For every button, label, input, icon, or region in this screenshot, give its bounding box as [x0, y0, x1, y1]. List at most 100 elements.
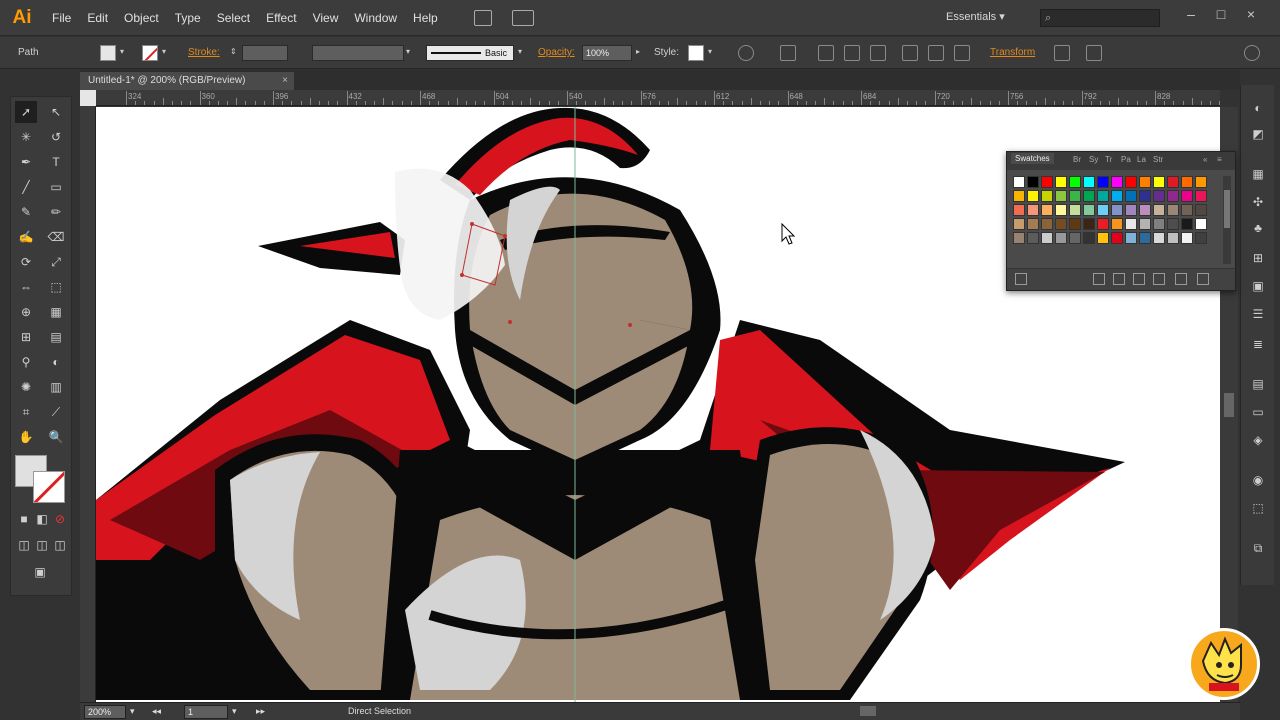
collapse-panel-icon[interactable]: «	[1203, 155, 1207, 164]
swatch-cell[interactable]	[1153, 204, 1165, 216]
swatch-cell[interactable]	[1055, 176, 1067, 188]
align-left-icon[interactable]	[818, 45, 834, 61]
magic-wand-tool-icon[interactable]: ✳	[15, 126, 37, 148]
scale-tool-icon[interactable]: ⤢	[45, 251, 67, 273]
brushes-panel-icon[interactable]: ✣	[1249, 193, 1267, 211]
swatch-cell[interactable]	[1055, 232, 1067, 244]
menu-help[interactable]: Help	[405, 11, 446, 25]
swatch-cell[interactable]	[1195, 232, 1207, 244]
opacity-field[interactable]: 100%	[582, 45, 632, 61]
stroke-color-box[interactable]	[33, 471, 65, 503]
swatch-cell[interactable]	[1083, 176, 1095, 188]
swatch-cell[interactable]	[1013, 218, 1025, 230]
panel-options-icon[interactable]	[1086, 45, 1102, 61]
ruler-origin[interactable]	[80, 90, 96, 106]
color-panel-icon[interactable]: ◐	[1249, 99, 1267, 117]
swatch-cell[interactable]	[1055, 218, 1067, 230]
color-mode-icon[interactable]: ■	[15, 511, 33, 527]
recolor-artwork-icon[interactable]	[738, 45, 754, 61]
swatch-cell[interactable]	[1195, 190, 1207, 202]
menu-edit[interactable]: Edit	[79, 11, 116, 25]
transform-panel-icon[interactable]: ⬚	[1249, 499, 1267, 517]
swatch-cell[interactable]	[1111, 232, 1123, 244]
style-dropdown-icon[interactable]: ▾	[708, 47, 716, 59]
swatch-cell[interactable]	[1083, 232, 1095, 244]
hand-tool-icon[interactable]: ✋	[15, 426, 37, 448]
close-icon[interactable]: ×	[1242, 6, 1260, 22]
artboards-panel-icon[interactable]: ≣	[1249, 335, 1267, 353]
gradient-panel-icon[interactable]: ▭	[1249, 403, 1267, 421]
menu-type[interactable]: Type	[167, 11, 209, 25]
anchor-point[interactable]	[508, 320, 512, 324]
swatch-cell[interactable]	[1167, 176, 1179, 188]
swatch-options-icon[interactable]	[1113, 273, 1125, 285]
swatch-cell[interactable]	[1041, 176, 1053, 188]
anchor-point[interactable]	[503, 234, 507, 238]
swatch-cell[interactable]	[1069, 190, 1081, 202]
appearance-panel-icon[interactable]: ▣	[1249, 277, 1267, 295]
maximize-icon[interactable]: □	[1212, 6, 1230, 22]
document-tab[interactable]: Untitled-1* @ 200% (RGB/Preview) ×	[80, 72, 294, 90]
swatch-cell[interactable]	[1167, 218, 1179, 230]
swatch-cell[interactable]	[1041, 218, 1053, 230]
zoom-dropdown-icon[interactable]: ▾	[130, 706, 135, 717]
direct-selection-tool-icon[interactable]: ↖	[45, 101, 67, 123]
pathfinder-panel-icon[interactable]: ⧉	[1249, 539, 1267, 557]
swatch-cell[interactable]	[1153, 190, 1165, 202]
swatch-cell[interactable]	[1027, 232, 1039, 244]
isolate-icon[interactable]	[1054, 45, 1070, 61]
stroke-weight-field[interactable]	[242, 45, 288, 61]
lasso-tool-icon[interactable]: ↺	[45, 126, 67, 148]
column-graph-tool-icon[interactable]: ▥	[45, 376, 67, 398]
tab-transparency[interactable]: Tr	[1105, 155, 1112, 164]
swatch-cell[interactable]	[1041, 232, 1053, 244]
swatch-cell[interactable]	[1181, 232, 1193, 244]
swatch-cell[interactable]	[1125, 204, 1137, 216]
swatch-cell[interactable]	[1167, 232, 1179, 244]
delete-swatch-icon[interactable]	[1197, 273, 1209, 285]
artboard-number-field[interactable]: 1	[184, 705, 228, 719]
symbols-panel-icon[interactable]: ♣	[1249, 219, 1267, 237]
menu-file[interactable]: File	[44, 11, 79, 25]
align-right-icon[interactable]	[870, 45, 886, 61]
align-top-icon[interactable]	[902, 45, 918, 61]
swatch-cell[interactable]	[1013, 176, 1025, 188]
close-tab-icon[interactable]: ×	[282, 72, 288, 90]
opacity-dropdown-icon[interactable]: ▸	[636, 47, 644, 59]
stroke-label[interactable]: Stroke:	[188, 47, 220, 58]
swatch-cell[interactable]	[1097, 204, 1109, 216]
swatch-cell[interactable]	[1041, 190, 1053, 202]
show-swatch-kinds-icon[interactable]	[1093, 273, 1105, 285]
color-guide-icon[interactable]: ◩	[1249, 125, 1267, 143]
align-options-icon[interactable]	[780, 45, 796, 61]
swatch-cell[interactable]	[1027, 176, 1039, 188]
helmet-jaw[interactable]	[470, 310, 690, 460]
swatch-cell[interactable]	[1069, 218, 1081, 230]
slice-tool-icon[interactable]: ⟋	[45, 401, 67, 423]
profile-dropdown-icon[interactable]: ▾	[406, 47, 414, 59]
stroke-weight-stepper[interactable]: ⇕	[230, 47, 238, 59]
swatch-cell[interactable]	[1111, 190, 1123, 202]
swatch-cell[interactable]	[1181, 176, 1193, 188]
swatch-cell[interactable]	[1097, 176, 1109, 188]
tab-swatches[interactable]: Swatches	[1011, 153, 1054, 164]
menu-window[interactable]: Window	[346, 11, 405, 25]
menu-view[interactable]: View	[305, 11, 347, 25]
brush-dropdown-icon[interactable]: ▾	[518, 47, 526, 59]
tab-stroke[interactable]: Str	[1153, 155, 1163, 164]
swatch-cell[interactable]	[1069, 232, 1081, 244]
color-group-icon[interactable]	[1133, 273, 1145, 285]
type-tool-icon[interactable]: T	[45, 151, 67, 173]
swatch-cell[interactable]	[1139, 176, 1151, 188]
search-input[interactable]: ⌕	[1040, 9, 1160, 27]
swatch-cell[interactable]	[1195, 176, 1207, 188]
bridge-icon[interactable]	[474, 10, 492, 26]
first-artboard-icon[interactable]: ◂◂	[152, 706, 161, 717]
draw-behind-icon[interactable]: ◫	[33, 537, 51, 553]
artboard-tool-icon[interactable]: ⌗	[15, 401, 37, 423]
swatch-cell[interactable]	[1139, 232, 1151, 244]
arrange-documents-icon[interactable]	[512, 10, 534, 26]
swatch-cell[interactable]	[1181, 204, 1193, 216]
stroke-panel-icon[interactable]: ▤	[1249, 375, 1267, 393]
horizontal-ruler[interactable]: 324 360 396 432 468 504 540 576 612 648 684 720 756 7…	[96, 90, 1220, 106]
